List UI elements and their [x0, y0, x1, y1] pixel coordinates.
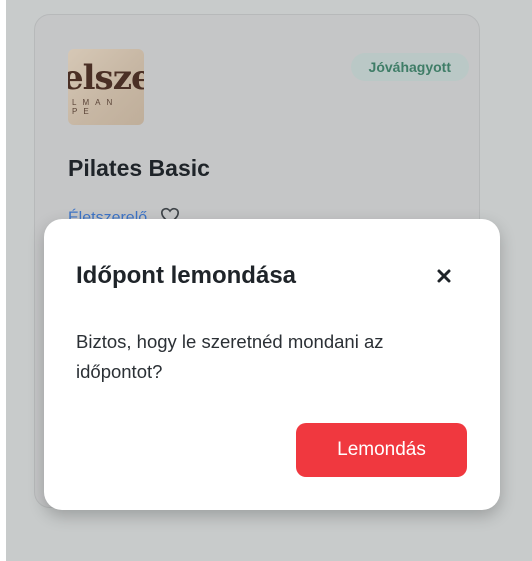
left-edge: [0, 0, 6, 561]
cancel-appointment-dialog: Időpont lemondása Biztos, hogy le szeret…: [44, 219, 500, 510]
status-badge: Jóváhagyott: [350, 53, 469, 81]
dialog-message: Biztos, hogy le szeretnéd mondani az idő…: [76, 331, 384, 382]
studio-logo-subtext: LMAN PE: [72, 98, 119, 116]
studio-logo: elszer LMAN PE: [68, 49, 144, 125]
cancel-appointment-button[interactable]: Lemondás: [296, 423, 467, 477]
dialog-title: Időpont lemondása: [76, 262, 297, 289]
close-icon[interactable]: [430, 262, 458, 290]
class-title: Pilates Basic: [68, 155, 210, 181]
studio-logo-mark: elszer: [68, 58, 144, 98]
